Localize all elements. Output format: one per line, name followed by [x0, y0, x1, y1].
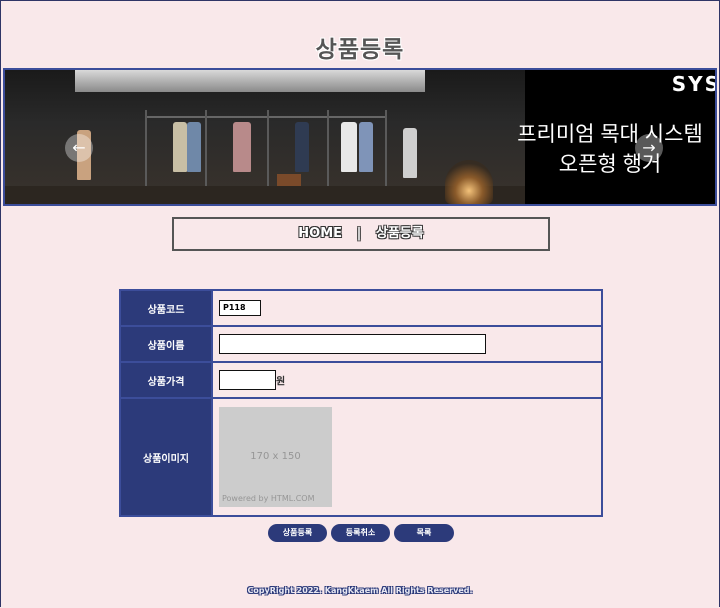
banner-headline-line1: 프리미엄 목대 시스템	[517, 123, 703, 146]
breadcrumb-home-link[interactable]: HOME	[298, 226, 342, 241]
banner-brand: SYS	[671, 72, 717, 96]
price-label: 상품가격	[119, 361, 213, 399]
image-label: 상품이미지	[119, 397, 213, 517]
placeholder-size-text: 170 x 150	[250, 451, 301, 462]
product-code-field[interactable]: P118	[219, 300, 261, 316]
breadcrumb-separator: |	[356, 226, 362, 241]
banner-headline: 프리미엄 목대 시스템 오픈형 행거	[505, 120, 715, 180]
banner-carousel[interactable]: SYS 프리미엄 목대 시스템 오픈형 행거 ← →	[3, 68, 717, 206]
product-form: 상품코드 P118 상품이름 상품가격 원 상품이미지 170 x 150 Po…	[119, 289, 603, 517]
placeholder-credit-text: Powered by HTML.COM	[222, 494, 315, 503]
product-price-field[interactable]	[219, 370, 276, 390]
breadcrumb-current: 상품등록	[375, 226, 424, 241]
code-label: 상품코드	[119, 289, 213, 327]
banner-headline-line2: 오픈형 행거	[558, 153, 662, 176]
register-button[interactable]: 상품등록	[268, 524, 327, 542]
product-name-field[interactable]	[219, 334, 486, 354]
chevron-right-icon[interactable]: →	[635, 134, 663, 162]
page-title: 상품등록	[315, 37, 405, 63]
name-label: 상품이름	[119, 325, 213, 363]
product-image-placeholder[interactable]: 170 x 150 Powered by HTML.COM	[219, 407, 332, 507]
breadcrumb: HOME | 상품등록	[172, 217, 550, 251]
cancel-button[interactable]: 등록취소	[331, 524, 390, 542]
price-unit: 원	[276, 376, 286, 388]
chevron-left-icon[interactable]: ←	[65, 134, 93, 162]
list-button[interactable]: 목록	[394, 524, 454, 542]
footer-copyright: CopyRight 2022. KangKkaem All Rights Res…	[247, 586, 473, 595]
